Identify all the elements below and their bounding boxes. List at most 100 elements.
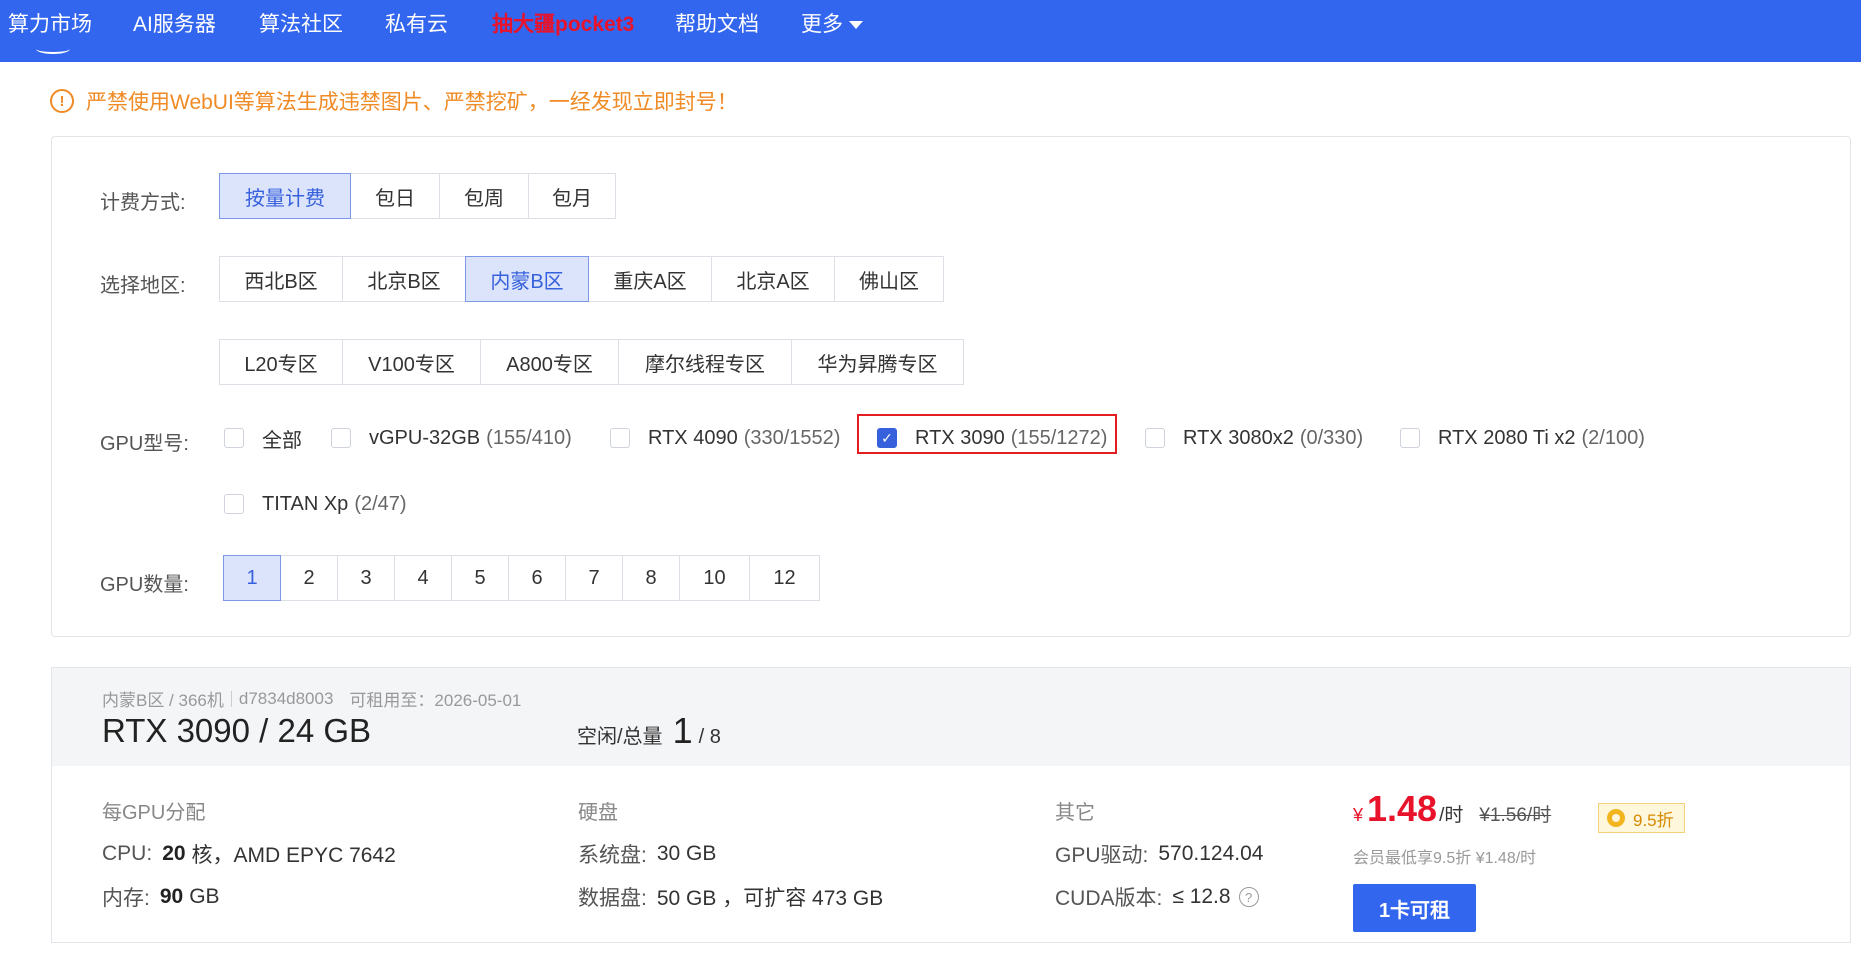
price: ¥ 1.48 /时 ¥1.56/时 [1353, 788, 1551, 830]
billing-option-monthly[interactable]: 包月 [528, 173, 616, 219]
rent-button[interactable]: 1卡可租 [1353, 884, 1476, 932]
gpu-count-option[interactable]: 5 [451, 555, 509, 601]
gpu-count-option[interactable]: 12 [749, 555, 820, 601]
machine-meta: 内蒙B区 / 366机 d7834d8003 可租用至：2026-05-01 [102, 686, 521, 711]
billing-option-pay-as-you-go[interactable]: 按量计费 [219, 173, 351, 219]
gpu-option-count: (330/1552) [743, 426, 841, 449]
warning-text: 严禁使用WebUI等算法生成违禁图片、严禁挖矿，一经发现立即封号！ [86, 91, 738, 114]
memory-value: 90 [159, 885, 184, 908]
gpu-option-name: RTX 3090 [915, 426, 1005, 449]
gpu-count-options: 1 2 3 4 5 6 7 8 10 12 [223, 555, 820, 601]
gpu-option-rtx-3080x2[interactable]: RTX 3080x2 (0/330) [1145, 423, 1363, 453]
price-amount: 1.48 [1367, 788, 1438, 829]
spec-system-disk: 系统盘: 30 GB [578, 839, 716, 869]
gpu-count-option[interactable]: 6 [508, 555, 566, 601]
check-icon: ✓ [881, 429, 893, 446]
checkbox[interactable] [1145, 428, 1165, 448]
region-option[interactable]: L20专区 [219, 339, 343, 385]
machine-id: d7834d8003 [238, 688, 334, 708]
cpu-detail: 核，AMD EPYC 7642 [191, 844, 396, 867]
idle-total-count: / 8 [698, 726, 721, 748]
checkbox-checked[interactable]: ✓ [877, 428, 897, 448]
billing-option-daily[interactable]: 包日 [350, 173, 440, 219]
spec-data-disk: 数据盘: 50 GB ，可扩容 473 GB [578, 882, 883, 912]
gpu-option-all[interactable]: 全部 [224, 423, 302, 453]
machine-idle-status: 空闲/总量 1 / 8 [577, 710, 721, 752]
price-currency: ¥ [1353, 805, 1364, 825]
region-option[interactable]: 北京A区 [711, 256, 835, 302]
cpu-cores: 20 [162, 842, 186, 865]
region-option[interactable]: 佛山区 [834, 256, 944, 302]
gpu-option-name: TITAN Xp [262, 492, 349, 515]
exclamation-circle-icon: ! [50, 89, 74, 113]
gpu-count-option[interactable]: 7 [565, 555, 623, 601]
spec-key: 数据盘: [578, 887, 647, 910]
nav-item-algorithm-community[interactable]: 算法社区 [259, 8, 343, 38]
gpu-option-count: (155/410) [486, 426, 572, 449]
nav-item-compute-market[interactable]: 算力市场 [8, 8, 92, 38]
disk-title: 硬盘 [578, 802, 618, 824]
spec-gpu-driver: GPU驱动: 570.124.04 [1055, 839, 1263, 869]
gpu-option-name: RTX 3080x2 [1183, 426, 1294, 449]
region-option[interactable]: 西北B区 [219, 256, 343, 302]
gpu-option-rtx-2080-ti-x2[interactable]: RTX 2080 Ti x2 (2/100) [1400, 423, 1645, 453]
nav-item-ai-server[interactable]: AI服务器 [133, 8, 216, 38]
divider [230, 690, 232, 707]
nav-active-indicator [36, 44, 70, 54]
gpu-option-name: RTX 4090 [648, 426, 738, 449]
machine-region: 内蒙B区 / 366机 [102, 691, 224, 710]
gpu-option-rtx-3090[interactable]: ✓ RTX 3090 (155/1272) [877, 423, 1107, 453]
checkbox[interactable] [1400, 428, 1420, 448]
nav-item-promo[interactable]: 抽大疆pocket3 [492, 8, 634, 38]
region-option[interactable]: A800专区 [480, 339, 619, 385]
spec-key: CUDA版本: [1055, 887, 1163, 910]
spec-memory: 内存: 90 GB [102, 882, 220, 912]
billing-label: 计费方式: [100, 192, 186, 214]
cuda-value: ≤ 12.8 [1172, 885, 1231, 908]
region-option[interactable]: 华为昇腾专区 [791, 339, 964, 385]
warning-banner: ! 严禁使用WebUI等算法生成违禁图片、严禁挖矿，一经发现立即封号！ [50, 86, 738, 116]
gpu-count-option[interactable]: 3 [337, 555, 395, 601]
top-nav: 算力市场 AI服务器 算法社区 私有云 抽大疆pocket3 帮助文档 更多 [0, 0, 1861, 62]
region-option-selected[interactable]: 内蒙B区 [465, 256, 589, 302]
gpu-option-titan-xp[interactable]: TITAN Xp (2/47) [224, 489, 407, 519]
vip-crown-icon [1607, 809, 1625, 827]
system-disk-value: 30 GB [656, 842, 717, 865]
billing-options: 按量计费 包日 包周 包月 [219, 173, 616, 219]
other-title: 其它 [1055, 802, 1095, 824]
nav-item-more[interactable]: 更多 [801, 8, 863, 38]
spec-key: GPU驱动: [1055, 844, 1149, 867]
region-option[interactable]: 北京B区 [342, 256, 466, 302]
region-label: 选择地区: [100, 275, 186, 297]
checkbox[interactable] [224, 494, 244, 514]
gpu-count-option[interactable]: 2 [280, 555, 338, 601]
gpu-count-option[interactable]: 4 [394, 555, 452, 601]
gpu-option-rtx-4090[interactable]: RTX 4090 (330/1552) [610, 423, 840, 453]
caret-down-icon [849, 21, 863, 30]
gpu-count-option-selected[interactable]: 1 [223, 555, 281, 601]
region-option[interactable]: V100专区 [342, 339, 481, 385]
nav-item-private-cloud[interactable]: 私有云 [385, 8, 448, 38]
gpu-option-count: (0/330) [1299, 426, 1364, 449]
per-gpu-title: 每GPU分配 [102, 802, 206, 824]
gpu-option-count: (2/47) [354, 492, 407, 515]
idle-free-count: 1 [672, 710, 693, 751]
billing-option-weekly[interactable]: 包周 [439, 173, 529, 219]
nav-item-help-docs[interactable]: 帮助文档 [675, 8, 759, 38]
checkbox[interactable] [610, 428, 630, 448]
price-unit: /时 [1439, 805, 1464, 826]
gpu-count-option[interactable]: 10 [679, 555, 750, 601]
region-option[interactable]: 重庆A区 [588, 256, 712, 302]
gpu-count-option[interactable]: 8 [622, 555, 680, 601]
checkbox[interactable] [224, 428, 244, 448]
gpu-count-label: GPU数量: [100, 574, 189, 596]
gpu-driver-value: 570.124.04 [1158, 842, 1264, 865]
machine-card-header: 内蒙B区 / 366机 d7834d8003 可租用至：2026-05-01 R… [52, 668, 1850, 766]
discount-text: 9.5折 [1633, 810, 1674, 830]
spec-key: 内存: [102, 887, 150, 910]
spec-cpu: CPU: 20 核，AMD EPYC 7642 [102, 839, 396, 869]
checkbox[interactable] [331, 428, 351, 448]
region-option[interactable]: 摩尔线程专区 [618, 339, 792, 385]
gpu-option-vgpu-32gb[interactable]: vGPU-32GB (155/410) [331, 423, 572, 453]
question-circle-icon[interactable]: ? [1238, 887, 1259, 907]
